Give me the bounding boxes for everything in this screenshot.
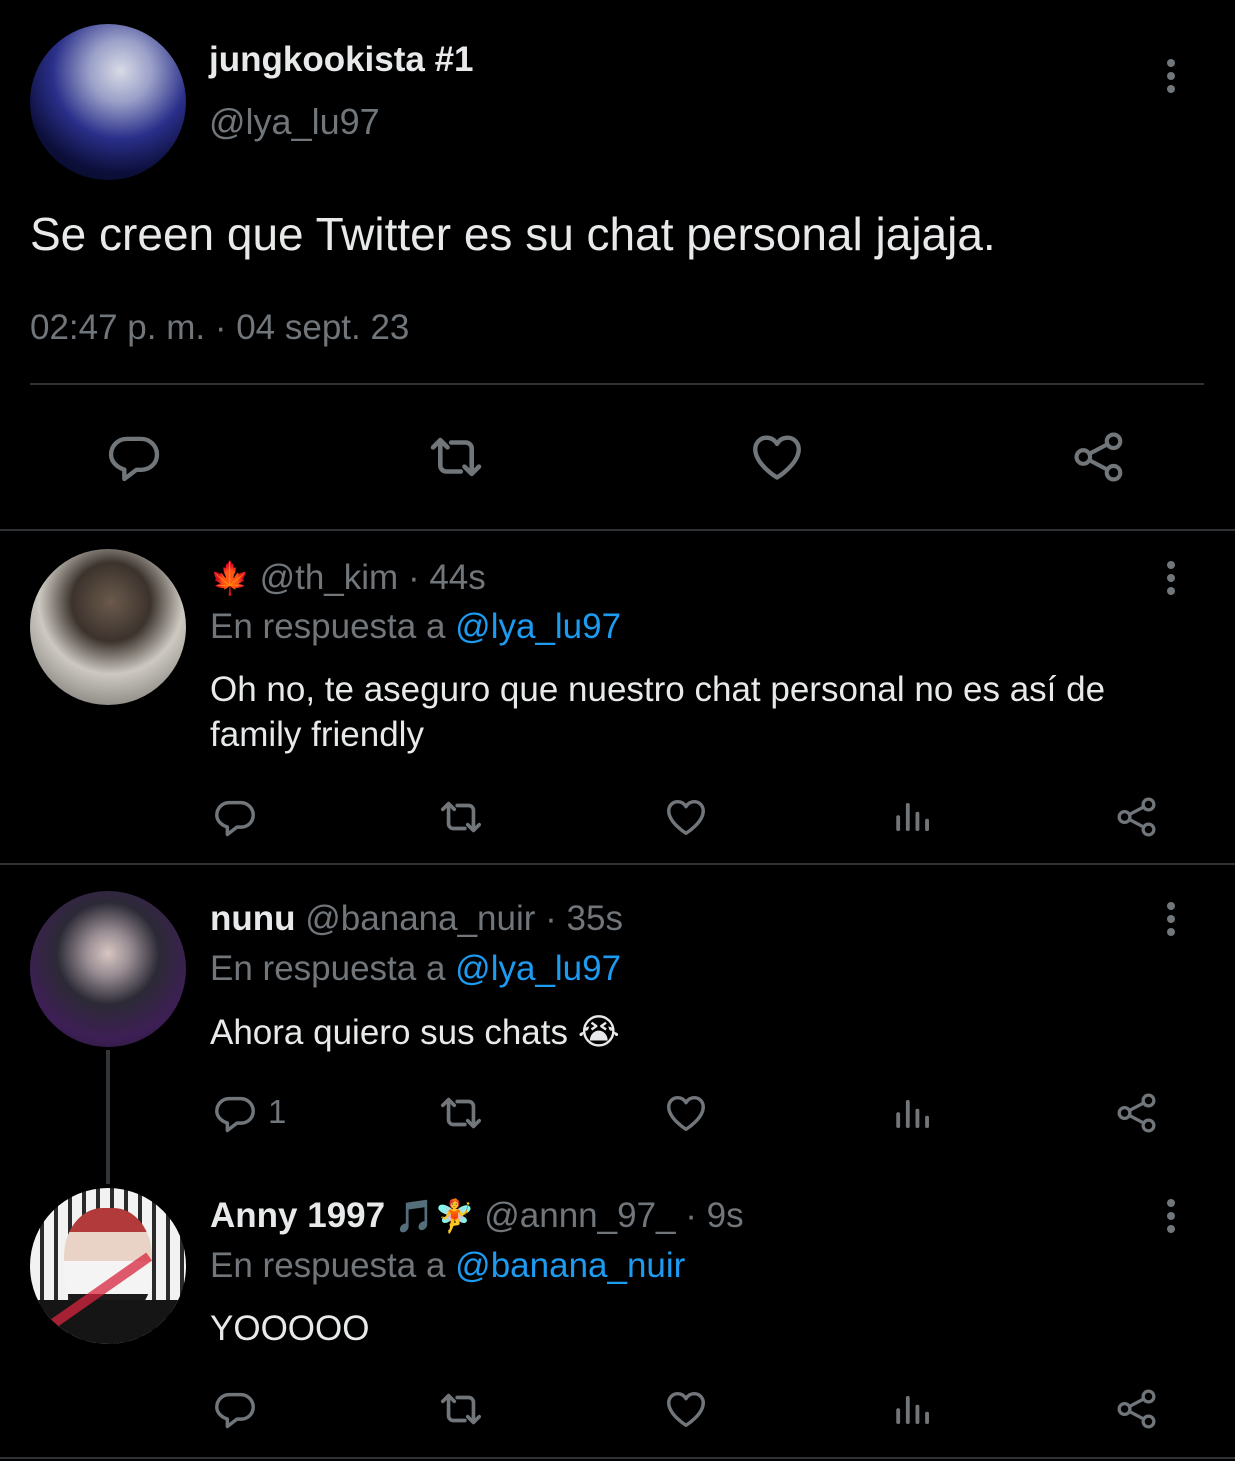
handle[interactable]: @lya_lu97 <box>209 101 380 143</box>
tweet-timestamp[interactable]: 02:47 p. m. · 04 sept. 23 <box>30 308 409 348</box>
more-options-icon[interactable] <box>1161 1194 1181 1238</box>
heart-icon[interactable] <box>662 1386 710 1432</box>
display-name[interactable]: jungkookista #1 <box>209 40 474 80</box>
crying-face-icon: 😭 <box>577 1011 620 1052</box>
heart-icon[interactable] <box>747 428 807 486</box>
reply-icon[interactable] <box>105 428 163 486</box>
reply-header: Anny 1997 🎵🧚 @annn_97_ · 9s <box>210 1196 744 1236</box>
reply-text: Oh no, te aseguro que nuestro chat perso… <box>210 667 1105 757</box>
reply-context: En respuesta a @lya_lu97 <box>210 607 621 647</box>
reply-text-line: family friendly <box>210 715 424 754</box>
reply-context: En respuesta a @lya_lu97 <box>210 949 621 989</box>
avatar[interactable] <box>30 549 186 705</box>
mention-link[interactable]: @lya_lu97 <box>455 607 621 646</box>
avatar[interactable] <box>30 891 186 1047</box>
heart-icon[interactable] <box>662 794 710 840</box>
share-icon[interactable] <box>1114 1386 1160 1432</box>
tweet-text: Se creen que Twitter es su chat personal… <box>30 208 996 260</box>
mention-link[interactable]: @banana_nuir <box>455 1246 685 1285</box>
avatar[interactable] <box>30 24 186 180</box>
reply-text: YOOOOO <box>210 1309 370 1348</box>
thread-connector <box>106 1050 110 1184</box>
reply-prefix: En respuesta a <box>210 1246 446 1285</box>
reply-icon[interactable] <box>212 1386 258 1432</box>
timestamp[interactable]: · 44s <box>408 558 486 597</box>
timestamp[interactable]: · 9s <box>685 1196 743 1235</box>
reply-header: 🍁 @th_kim · 44s <box>210 558 486 598</box>
section-divider <box>0 1457 1235 1459</box>
share-icon[interactable] <box>1070 428 1128 486</box>
retweet-icon[interactable] <box>434 1090 488 1136</box>
section-divider <box>0 863 1235 865</box>
music-fairy-icon: 🎵🧚 <box>394 1198 475 1234</box>
reply-text-line: Oh no, te aseguro que nuestro chat perso… <box>210 670 1106 709</box>
reply-prefix: En respuesta a <box>210 607 446 646</box>
more-options-icon[interactable] <box>1161 897 1181 941</box>
divider <box>30 383 1204 385</box>
reply-header: nunu @banana_nuir · 35s <box>210 899 623 939</box>
reply-prefix: En respuesta a <box>210 949 446 988</box>
handle[interactable]: @banana_nuir <box>305 899 535 938</box>
reply-context: En respuesta a @banana_nuir <box>210 1246 685 1286</box>
display-name[interactable]: nunu <box>210 899 296 938</box>
retweet-icon[interactable] <box>434 1386 488 1432</box>
retweet-icon[interactable] <box>434 794 488 840</box>
views-icon[interactable] <box>891 796 933 838</box>
share-icon[interactable] <box>1114 794 1160 840</box>
avatar[interactable] <box>30 1188 186 1344</box>
reply-count: 1 <box>268 1093 287 1130</box>
mention-link[interactable]: @lya_lu97 <box>455 949 621 988</box>
display-name[interactable]: Anny 1997 <box>210 1196 385 1235</box>
reply-text: Ahora quiero sus chats 😭 <box>210 1009 620 1055</box>
more-options-icon[interactable] <box>1161 54 1181 98</box>
share-icon[interactable] <box>1114 1090 1160 1136</box>
retweet-icon[interactable] <box>424 428 488 486</box>
timestamp[interactable]: · 35s <box>545 899 623 938</box>
more-options-icon[interactable] <box>1161 556 1181 600</box>
reply-icon[interactable] <box>212 794 258 840</box>
reply-text-content: Ahora quiero sus chats <box>210 1013 568 1052</box>
handle[interactable]: @th_kim <box>260 558 399 597</box>
section-divider <box>0 529 1235 531</box>
views-icon[interactable] <box>891 1389 933 1431</box>
views-icon[interactable] <box>891 1093 933 1135</box>
handle[interactable]: @annn_97_ <box>484 1196 675 1235</box>
heart-icon[interactable] <box>662 1090 710 1136</box>
maple-leaf-icon: 🍁 <box>210 560 250 596</box>
reply-icon[interactable] <box>212 1090 258 1136</box>
